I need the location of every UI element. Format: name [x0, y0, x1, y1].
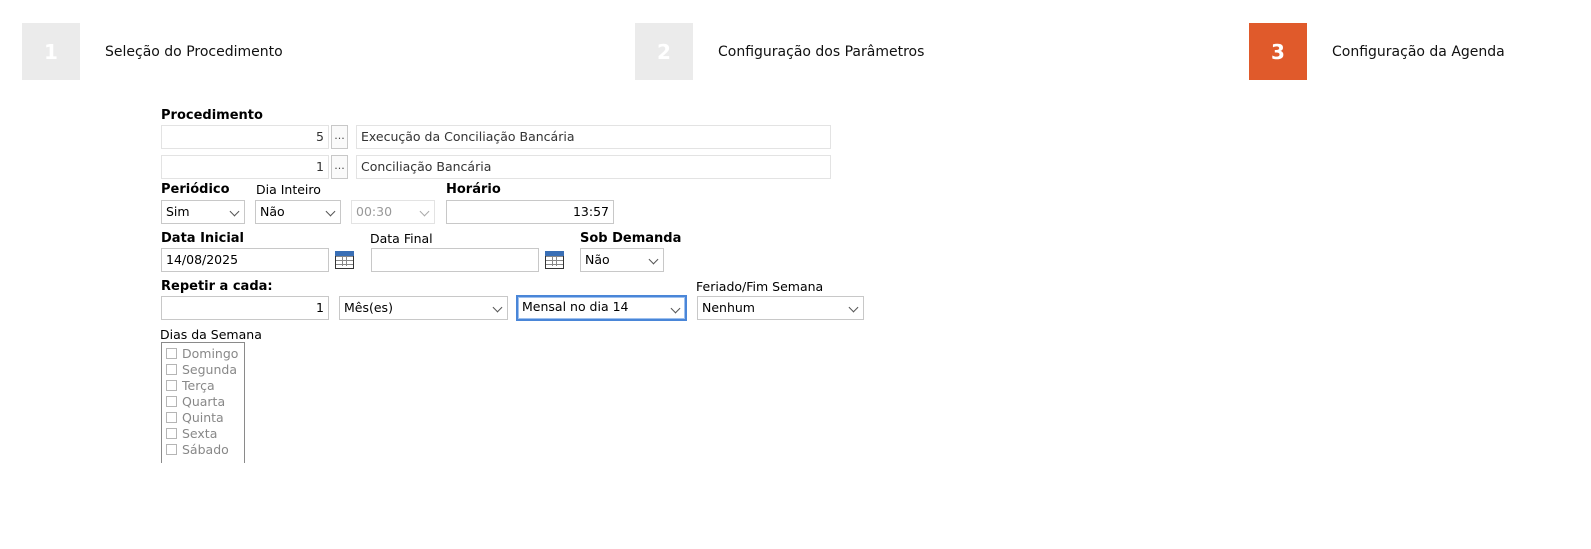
- dia-inteiro-label: Dia Inteiro: [256, 182, 321, 197]
- chevron-down-icon: [648, 254, 659, 265]
- sub-procedimento-description-field: Conciliação Bancária: [356, 155, 831, 179]
- day-label: Sábado: [182, 441, 229, 457]
- day-label: Segunda: [182, 361, 237, 377]
- periodico-select[interactable]: Sim: [161, 200, 245, 224]
- repetir-mode-select[interactable]: Mensal no dia 14: [516, 295, 687, 321]
- data-inicial-label: Data Inicial: [161, 231, 245, 246]
- feriado-select[interactable]: Nenhum: [697, 296, 864, 320]
- dia-inteiro-value: Não: [260, 204, 285, 219]
- day-label: Quarta: [182, 393, 226, 409]
- step-3-badge[interactable]: 3: [1249, 23, 1307, 80]
- repetir-unit-select[interactable]: Mês(es): [339, 296, 508, 320]
- horario-label: Horário: [446, 182, 501, 197]
- procedimento-description-field: Execução da Conciliação Bancária: [356, 125, 831, 149]
- day-checkbox-quarta: Quarta: [166, 393, 225, 409]
- step-1-badge[interactable]: 1: [22, 23, 80, 80]
- calendar-icon[interactable]: [335, 251, 354, 269]
- checkbox-icon: [166, 443, 177, 455]
- day-label: Sexta: [182, 425, 218, 441]
- step-3-label[interactable]: Configuração da Agenda: [1332, 44, 1505, 60]
- dia-inteiro-select[interactable]: Não: [255, 200, 341, 224]
- data-final-field[interactable]: [371, 248, 539, 272]
- day-checkbox-domingo: Domingo: [166, 345, 238, 361]
- dias-semana-list: Domingo Segunda Terça Quarta Quinta Sext…: [161, 342, 245, 463]
- horario-field[interactable]: 13:57: [446, 200, 614, 224]
- procedimento-label: Procedimento: [161, 108, 263, 123]
- checkbox-icon: [166, 427, 177, 439]
- checkbox-icon: [166, 363, 177, 375]
- data-inicial-field[interactable]: 14/08/2025: [161, 248, 329, 272]
- procedimento-code-field[interactable]: 5: [161, 125, 329, 149]
- step-2-label[interactable]: Configuração dos Parâmetros: [718, 44, 924, 60]
- repetir-unit-value: Mês(es): [344, 300, 393, 315]
- sob-demanda-select[interactable]: Não: [580, 248, 664, 272]
- sob-demanda-label: Sob Demanda: [580, 231, 682, 246]
- calendar-icon[interactable]: [545, 251, 564, 269]
- periodico-label: Periódico: [161, 182, 230, 197]
- duration-value: 00:30: [356, 204, 393, 219]
- day-label: Domingo: [182, 345, 239, 361]
- sob-demanda-value: Não: [585, 252, 610, 267]
- day-label: Terça: [182, 377, 215, 393]
- chevron-down-icon: [848, 302, 859, 313]
- day-checkbox-sabado: Sábado: [166, 441, 229, 457]
- day-checkbox-sexta: Sexta: [166, 425, 217, 441]
- chevron-down-icon: [325, 206, 336, 217]
- periodico-value: Sim: [166, 204, 190, 219]
- repetir-mode-value: Mensal no dia 14: [522, 299, 629, 314]
- feriado-label: Feriado/Fim Semana: [696, 279, 824, 294]
- day-checkbox-quinta: Quinta: [166, 409, 224, 425]
- repetir-quantity-field[interactable]: 1: [161, 296, 329, 320]
- chevron-down-icon: [670, 303, 681, 314]
- sub-procedimento-lookup-button[interactable]: ...: [331, 155, 348, 179]
- day-checkbox-terca: Terça: [166, 377, 215, 393]
- duration-select: 00:30: [351, 200, 435, 224]
- chevron-down-icon: [419, 206, 430, 217]
- checkbox-icon: [166, 347, 177, 359]
- checkbox-icon: [166, 411, 177, 423]
- chevron-down-icon: [492, 302, 503, 313]
- checkbox-icon: [166, 379, 177, 391]
- data-final-label: Data Final: [370, 231, 433, 246]
- day-label: Quinta: [182, 409, 224, 425]
- dias-semana-label: Dias da Semana: [160, 327, 262, 342]
- day-checkbox-segunda: Segunda: [166, 361, 237, 377]
- feriado-value: Nenhum: [702, 300, 755, 315]
- repetir-label: Repetir a cada:: [161, 279, 273, 294]
- chevron-down-icon: [229, 206, 240, 217]
- sub-procedimento-code-field[interactable]: 1: [161, 155, 329, 179]
- checkbox-icon: [166, 395, 177, 407]
- procedimento-lookup-button[interactable]: ...: [331, 125, 348, 149]
- step-1-label[interactable]: Seleção do Procedimento: [105, 44, 283, 60]
- step-2-badge[interactable]: 2: [635, 23, 693, 80]
